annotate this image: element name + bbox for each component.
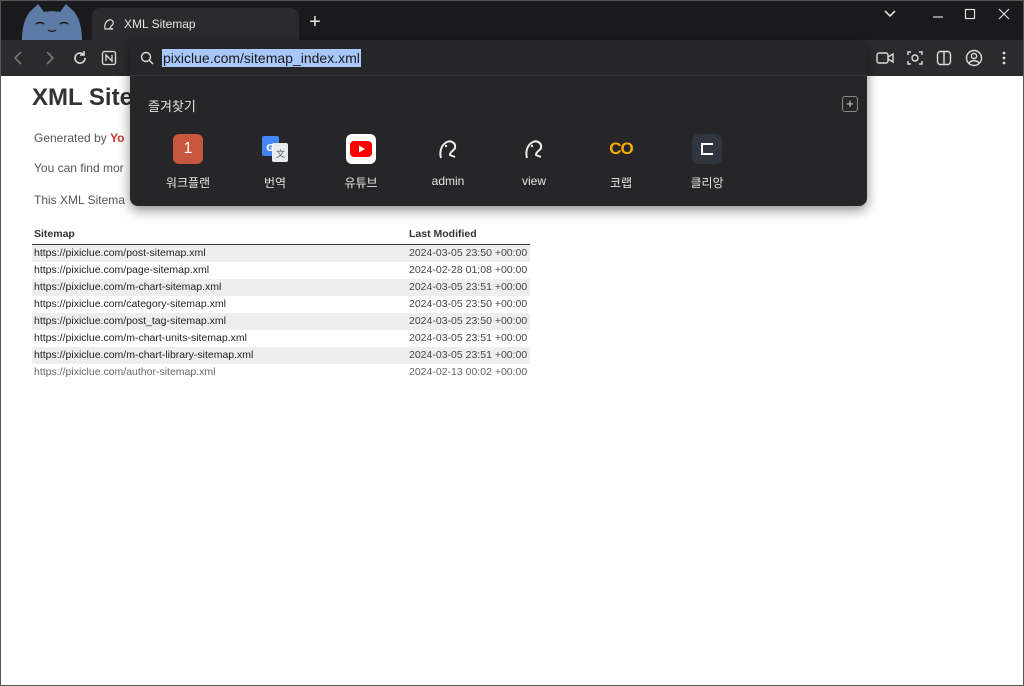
chevron-down-icon (884, 10, 896, 18)
squirrel-favicon-icon (104, 19, 114, 30)
last-modified-cell: 2024-03-05 23:50 +00:00 (407, 244, 530, 262)
table-row: https://pixiclue.com/post_tag-sitemap.xm… (32, 312, 530, 330)
address-bar[interactable]: pixiclue.com/sitemap_index.xml (130, 40, 867, 76)
side-panel-button[interactable] (934, 48, 954, 68)
favorites-heading: 즐겨찾기 (148, 99, 196, 114)
find-more-text: You can find mor (34, 161, 124, 175)
workplan-icon: 1 (173, 134, 203, 164)
tab-search-button[interactable] (878, 6, 902, 22)
minimize-button[interactable] (926, 6, 950, 22)
tab-xml-sitemap[interactable]: XML Sitemap (92, 8, 299, 40)
table-header-row: Sitemap Last Modified (32, 226, 530, 245)
squirrel-icon (519, 134, 549, 164)
shortcut-label: 코랩 (609, 176, 633, 190)
last-modified-cell: 2024-03-05 23:50 +00:00 (407, 312, 530, 330)
maximize-button[interactable] (958, 6, 982, 22)
add-favorite-button[interactable]: + (842, 96, 858, 112)
back-arrow-icon (13, 51, 22, 65)
sitemap-link[interactable]: https://pixiclue.com/category-sitemap.xm… (32, 296, 407, 313)
reload-button[interactable] (70, 48, 90, 68)
squirrel-icon (433, 134, 463, 164)
shortcut-view[interactable]: view (499, 134, 569, 188)
svg-text:文: 文 (276, 148, 285, 160)
sitemap-link[interactable]: https://pixiclue.com/page-sitemap.xml (32, 262, 407, 279)
shortcut-youtube[interactable]: 유튜브 (326, 134, 396, 191)
profile-button[interactable] (964, 48, 984, 68)
notion-extension-button[interactable] (99, 48, 119, 68)
menu-button[interactable] (994, 48, 1014, 68)
svg-text:G: G (266, 143, 274, 154)
search-icon (140, 51, 154, 64)
maximize-icon (964, 8, 976, 20)
column-header-last-modified: Last Modified (407, 226, 530, 245)
sitemap-table: Sitemap Last Modified https://pixiclue.c… (32, 226, 530, 381)
close-button[interactable] (992, 6, 1016, 22)
profile-avatar-icon (965, 49, 983, 67)
forward-arrow-icon (46, 51, 55, 65)
table-row: https://pixiclue.com/category-sitemap.xm… (32, 296, 530, 313)
last-modified-cell: 2024-02-28 01:08 +00:00 (409, 264, 528, 276)
table-row: https://pixiclue.com/page-sitemap.xml 20… (32, 262, 530, 279)
last-modified-cell: 2024-03-05 23:51 +00:00 (409, 332, 528, 344)
generated-by-text: Generated by Yo (34, 131, 125, 145)
sitemap-link[interactable]: https://pixiclue.com/post-sitemap.xml (32, 244, 407, 262)
generated-prefix: Generated by (34, 131, 111, 145)
cat-mascot-icon (22, 4, 82, 40)
title-bar: XML Sitemap + (0, 0, 1024, 40)
table-row: https://pixiclue.com/m-chart-sitemap.xml… (32, 278, 530, 296)
last-modified-cell: 2024-03-05 23:51 +00:00 (407, 346, 530, 364)
notion-icon (101, 50, 117, 66)
table-row: https://pixiclue.com/author-sitemap.xml … (32, 364, 530, 381)
screenshot-button[interactable] (905, 48, 925, 68)
last-modified-cell: 2024-03-05 23:50 +00:00 (409, 298, 528, 310)
colab-icon: CO (609, 139, 634, 158)
table-row: https://pixiclue.com/post-sitemap.xml 20… (32, 244, 530, 262)
table-row: https://pixiclue.com/m-chart-units-sitem… (32, 330, 530, 347)
sitemap-link[interactable]: https://pixiclue.com/m-chart-units-sitem… (32, 330, 407, 347)
column-header-sitemap: Sitemap (32, 226, 407, 245)
sitemap-link[interactable]: https://pixiclue.com/author-sitemap.xml (32, 364, 407, 381)
cast-button[interactable] (875, 48, 895, 68)
shortcut-label: 번역 (263, 176, 287, 190)
shortcut-label: view (521, 174, 546, 188)
camera-scan-icon (907, 51, 923, 65)
shortcut-label: admin (431, 174, 465, 188)
generator-link[interactable]: Yo (110, 131, 124, 145)
shortcut-label: 워크플랜 (165, 176, 211, 190)
reload-icon (74, 51, 86, 64)
shortcut-admin[interactable]: admin (413, 134, 483, 188)
shortcut-label: 클리앙 (690, 176, 724, 190)
sitemap-link[interactable]: https://pixiclue.com/m-chart-sitemap.xml (32, 278, 407, 296)
address-url[interactable]: pixiclue.com/sitemap_index.xml (162, 48, 361, 67)
sitemap-link[interactable]: https://pixiclue.com/m-chart-library-sit… (32, 346, 407, 364)
close-icon (998, 8, 1010, 20)
minimize-icon (933, 16, 943, 18)
new-tab-button[interactable]: + (305, 12, 325, 32)
clien-icon (692, 134, 722, 164)
last-modified-cell: 2024-02-13 00:02 +00:00 (409, 366, 528, 378)
last-modified-cell: 2024-03-05 23:51 +00:00 (407, 278, 530, 296)
table-row: https://pixiclue.com/m-chart-library-sit… (32, 346, 530, 364)
shortcut-clien[interactable]: 클리앙 (672, 134, 742, 191)
shortcut-label: 유튜브 (344, 176, 378, 190)
back-button[interactable] (8, 48, 28, 68)
youtube-icon (346, 134, 376, 164)
tab-title: XML Sitemap (124, 17, 196, 31)
page-title: XML Site (32, 84, 133, 111)
shortcut-workplan[interactable]: 1 워크플랜 (153, 134, 223, 191)
sitemap-link[interactable]: https://pixiclue.com/post_tag-sitemap.xm… (32, 312, 407, 330)
more-vertical-icon (1002, 51, 1006, 65)
shortcut-colab[interactable]: CO 코랩 (586, 134, 656, 191)
shortcut-translate[interactable]: G文 번역 (240, 134, 310, 191)
omnibox-dropdown: pixiclue.com/sitemap_index.xml 즐겨찾기 + 1 … (130, 40, 867, 206)
split-view-icon (936, 50, 952, 66)
google-translate-icon: G文 (260, 134, 290, 164)
video-camera-icon (876, 52, 894, 64)
sitemap-description-text: This XML Sitema (34, 193, 125, 207)
forward-button[interactable] (40, 48, 60, 68)
